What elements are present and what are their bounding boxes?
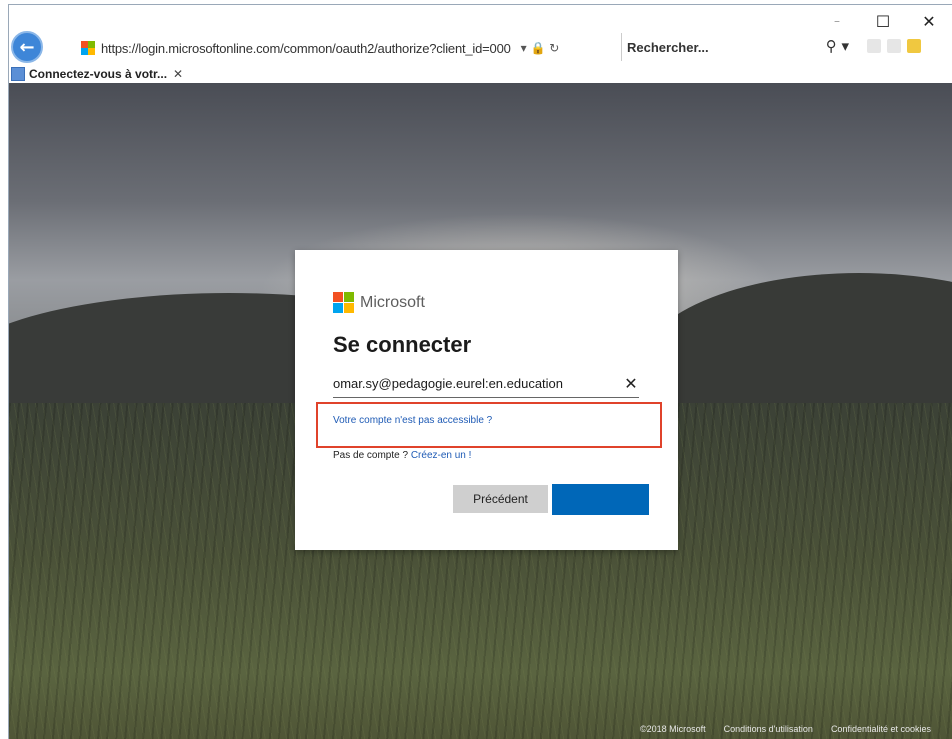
footer-privacy-link[interactable]: Confidentialité et cookies bbox=[831, 724, 931, 734]
search-icon[interactable]: ⚲ ▾ bbox=[826, 37, 849, 55]
lock-refresh-icons[interactable]: ▾ 🔒 ↻ bbox=[521, 41, 560, 55]
tab-favicon-icon bbox=[11, 67, 25, 81]
microsoft-logo-icon bbox=[333, 292, 354, 313]
back-button-previous[interactable]: Précédent bbox=[453, 485, 548, 513]
search-box[interactable]: Rechercher... ⚲ ▾ bbox=[621, 33, 849, 61]
brand: Microsoft bbox=[333, 292, 425, 313]
toolbar-icons bbox=[867, 39, 921, 53]
footer-terms-link[interactable]: Conditions d'utilisation bbox=[724, 724, 813, 734]
signin-card: Microsoft Se connecter omar.sy@pedagogie… bbox=[295, 250, 678, 550]
tab-title: Connectez-vous à votr... bbox=[29, 67, 168, 81]
address-row: ← https://login.microsoftonline.com/comm… bbox=[9, 31, 952, 65]
browser-window: – ☐ ✕ ← https://login.microsoftonline.co… bbox=[8, 4, 952, 739]
back-arrow-icon: ← bbox=[19, 36, 35, 58]
page-title: Se connecter bbox=[333, 332, 472, 357]
email-value[interactable]: omar.sy@pedagogie.eurel:en.education bbox=[333, 376, 563, 391]
no-account-text: Pas de compte ? Créez-en un ! bbox=[333, 450, 471, 461]
account-inaccessible-link[interactable]: Votre compte n'est pas accessible ? bbox=[333, 415, 492, 426]
address-bar[interactable]: https://login.microsoftonline.com/common… bbox=[81, 37, 559, 59]
no-account-label: Pas de compte ? bbox=[333, 450, 411, 461]
clear-icon[interactable]: ✕ bbox=[623, 374, 639, 393]
gear-icon[interactable] bbox=[907, 39, 921, 53]
tab-close-icon[interactable]: ✕ bbox=[173, 67, 183, 81]
page-footer: ©2018 Microsoft Conditions d'utilisation… bbox=[640, 724, 931, 734]
url-text[interactable]: https://login.microsoftonline.com/common… bbox=[101, 41, 511, 56]
brand-name: Microsoft bbox=[360, 293, 425, 311]
search-input[interactable]: Rechercher... bbox=[627, 40, 709, 55]
site-favicon-icon bbox=[81, 41, 95, 55]
back-button[interactable]: ← bbox=[11, 31, 43, 63]
create-account-link[interactable]: Créez-en un ! bbox=[411, 450, 472, 461]
browser-tab[interactable]: Connectez-vous à votr... ✕ bbox=[11, 63, 183, 85]
home-icon[interactable] bbox=[867, 39, 881, 53]
favorites-icon[interactable] bbox=[887, 39, 901, 53]
footer-copyright: ©2018 Microsoft bbox=[639, 724, 706, 734]
next-button[interactable] bbox=[552, 484, 649, 515]
email-field[interactable]: omar.sy@pedagogie.eurel:en.education ✕ bbox=[333, 370, 639, 398]
